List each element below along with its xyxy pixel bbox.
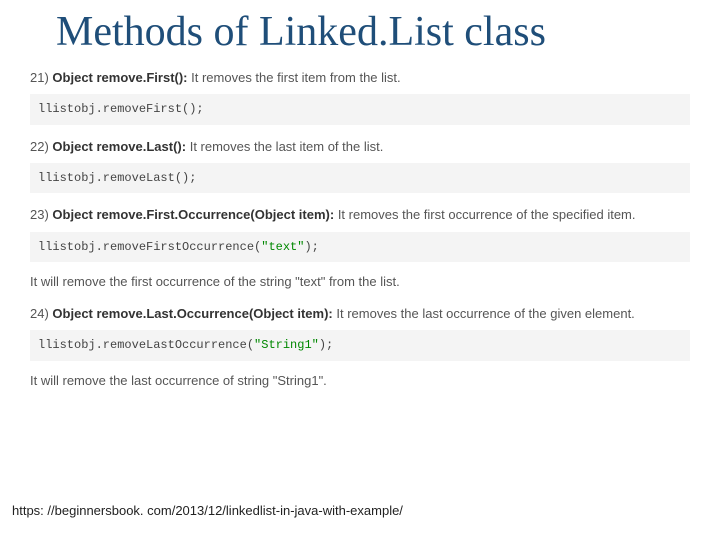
- code-block: llistobj.removeFirst();: [30, 94, 690, 125]
- entry-number: 22): [30, 139, 49, 154]
- method-entry: 21) Object remove.First(): It removes th…: [30, 68, 690, 88]
- entry-signature: Object remove.First.Occurrence(Object it…: [52, 207, 334, 222]
- code-suffix: );: [304, 240, 318, 254]
- entry-signature: Object remove.First():: [52, 70, 187, 85]
- code-text: llistobj.removeFirst();: [38, 102, 204, 116]
- entry-note: It will remove the last occurrence of st…: [30, 371, 690, 391]
- entry-signature: Object remove.Last.Occurrence(Object ite…: [52, 306, 332, 321]
- code-prefix: llistobj.removeLastOccurrence(: [38, 338, 254, 352]
- entry-description: It removes the first item from the list.: [191, 70, 401, 85]
- entry-description: It removes the last occurrence of the gi…: [336, 306, 634, 321]
- code-block: llistobj.removeLastOccurrence("String1")…: [30, 330, 690, 361]
- entry-note: It will remove the first occurrence of t…: [30, 272, 690, 292]
- code-text: llistobj.removeLast();: [38, 171, 196, 185]
- code-block: llistobj.removeFirstOccurrence("text");: [30, 232, 690, 263]
- entry-signature: Object remove.Last():: [52, 139, 186, 154]
- entry-description: It removes the first occurrence of the s…: [338, 207, 636, 222]
- content-area: 21) Object remove.First(): It removes th…: [30, 68, 690, 391]
- method-entry: 22) Object remove.Last(): It removes the…: [30, 137, 690, 157]
- code-string-literal: "text": [261, 240, 304, 254]
- source-url: https: //beginnersbook. com/2013/12/link…: [12, 503, 403, 518]
- entry-description: It removes the last item of the list.: [190, 139, 384, 154]
- entry-number: 21): [30, 70, 49, 85]
- slide-title: Methods of Linked.List class: [56, 8, 690, 56]
- code-string-literal: "String1": [254, 338, 319, 352]
- code-suffix: );: [319, 338, 333, 352]
- entry-number: 24): [30, 306, 49, 321]
- code-prefix: llistobj.removeFirstOccurrence(: [38, 240, 261, 254]
- entry-number: 23): [30, 207, 49, 222]
- method-entry: 24) Object remove.Last.Occurrence(Object…: [30, 304, 690, 324]
- slide: Methods of Linked.List class 21) Object …: [0, 0, 720, 540]
- code-block: llistobj.removeLast();: [30, 163, 690, 194]
- method-entry: 23) Object remove.First.Occurrence(Objec…: [30, 205, 690, 225]
